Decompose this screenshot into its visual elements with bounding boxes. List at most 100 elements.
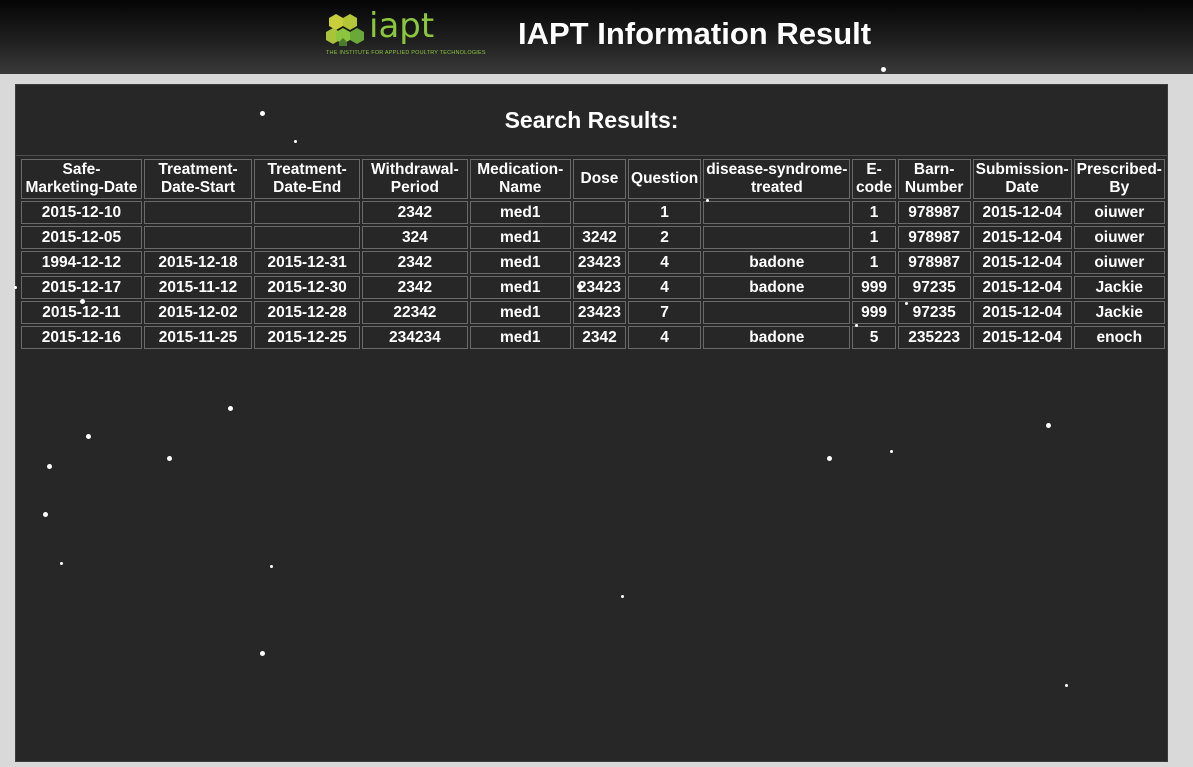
- table-row: 2015-12-16 2015-11-25 2015-12-25 234234 med1…: [21, 326, 1165, 349]
- column-header: Treatment- Date-Start: [143, 159, 253, 199]
- table-cell: 2015-12-16: [21, 326, 142, 349]
- column-header-label: Date: [1005, 179, 1039, 196]
- column-header-label: Withdrawal-: [371, 161, 459, 178]
- decorative-dot: [260, 651, 265, 656]
- table-cell: 2015-12-11: [21, 301, 142, 324]
- decorative-dot: [855, 324, 858, 327]
- table-row: 1994-12-12 2015-12-18 2015-12-31 2342 med1 23…: [21, 251, 1165, 274]
- table-cell: 2: [628, 226, 702, 249]
- table-cell: [143, 201, 253, 224]
- decorative-dot: [905, 302, 908, 305]
- table-cell: 2015-12-04: [972, 276, 1072, 299]
- table-cell: 2015-12-30: [254, 276, 361, 299]
- decorative-dot: [621, 595, 624, 598]
- table-cell: 4: [628, 326, 702, 349]
- table-cell: 2342: [572, 326, 627, 349]
- table-cell: badone: [703, 326, 851, 349]
- column-header-label: Prescribed-: [1076, 161, 1162, 178]
- decorative-dot: [86, 434, 91, 439]
- column-header-label: code: [855, 179, 893, 196]
- table-cell: oiuwer: [1073, 201, 1165, 224]
- decorative-dot: [294, 140, 297, 143]
- column-header-label: treated: [750, 179, 803, 196]
- table-cell: badone: [703, 251, 851, 274]
- table-cell: 3242: [572, 226, 627, 249]
- decorative-dot: [577, 284, 582, 289]
- table-cell: 2015-12-04: [972, 251, 1072, 274]
- table-cell: 2015-12-10: [21, 201, 142, 224]
- table-cell: 1: [852, 226, 896, 249]
- table-cell: 2015-12-28: [254, 301, 361, 324]
- column-header-label: By: [1109, 179, 1130, 196]
- logo-tagline: THE INSTITUTE FOR APPLIED POULTRY TECHNO…: [326, 50, 486, 56]
- table-cell: med1: [469, 326, 571, 349]
- column-header-label: Treatment-: [267, 161, 347, 178]
- column-header-label: Name: [499, 179, 542, 196]
- decorative-dot: [1065, 684, 1068, 687]
- divider: [16, 155, 1167, 156]
- table-cell: 324: [362, 226, 468, 249]
- decorative-dot: [167, 456, 172, 461]
- column-header: disease-syndrome-treated: [703, 159, 851, 199]
- table-cell: [703, 226, 851, 249]
- table-cell: 5: [852, 326, 896, 349]
- table-cell: Jackie: [1073, 276, 1165, 299]
- results-table: Safe- Marketing-Date Treatment- Date-Start T…: [19, 157, 1167, 351]
- column-header: Withdrawal- Period: [362, 159, 468, 199]
- decorative-dot: [827, 456, 832, 461]
- decorative-dot: [43, 512, 48, 517]
- table-cell: 2015-12-04: [972, 201, 1072, 224]
- column-header: Submission- Date: [972, 159, 1072, 199]
- decorative-dot: [890, 450, 893, 453]
- column-header-label: Dose: [580, 170, 619, 187]
- table-row: 2015-12-17 2015-11-12 2015-12-30 2342 med1 23…: [21, 276, 1165, 299]
- column-header-label: disease-syndrome-: [706, 161, 848, 178]
- decorative-dot: [80, 299, 85, 304]
- results-panel: Search Results: Safe- Marketing-Date Treat…: [15, 84, 1168, 762]
- table-cell: 1: [628, 201, 702, 224]
- column-header-label: Submission-: [975, 161, 1069, 178]
- table-cell: 2342: [362, 251, 468, 274]
- column-header-label: Medication-: [477, 161, 564, 178]
- table-cell: med1: [469, 251, 571, 274]
- decorative-dot: [14, 286, 17, 289]
- table-cell: 2015-12-02: [143, 301, 253, 324]
- column-header-label: Period: [390, 179, 439, 196]
- column-header-label: Question: [631, 170, 699, 187]
- table-cell: enoch: [1073, 326, 1165, 349]
- table-cell: [254, 226, 361, 249]
- table-row: 2015-12-10 2342 med1 1 1 978987 2015-12-04 oiuw…: [21, 201, 1165, 224]
- table-cell: 2015-12-18: [143, 251, 253, 274]
- table-cell: badone: [703, 276, 851, 299]
- column-header: Question: [628, 159, 702, 199]
- results-title: Search Results:: [504, 107, 679, 133]
- table-cell: 2015-11-12: [143, 276, 253, 299]
- column-header-label: E-: [866, 161, 882, 178]
- table-cell: 23423: [572, 251, 627, 274]
- column-header-label: Safe-: [62, 161, 101, 178]
- table-cell: 2015-12-04: [972, 226, 1072, 249]
- table-cell: 2015-12-04: [972, 301, 1072, 324]
- column-header: Dose: [572, 159, 627, 199]
- table-cell: 2015-12-17: [21, 276, 142, 299]
- decorative-dot: [47, 464, 52, 469]
- table-header-row: Safe- Marketing-Date Treatment- Date-Start T…: [21, 159, 1165, 199]
- table-cell: 2015-12-05: [21, 226, 142, 249]
- table-cell: 999: [852, 276, 896, 299]
- decorative-dot: [106, 256, 109, 259]
- table-cell: [703, 301, 851, 324]
- decorative-dot: [706, 199, 709, 202]
- decorative-dot: [270, 565, 273, 568]
- table-cell: 23423: [572, 301, 627, 324]
- table-cell: 978987: [897, 201, 971, 224]
- table-cell: 2015-11-25: [143, 326, 253, 349]
- page-header: iapt THE INSTITUTE FOR APPLIED POULTRY T…: [0, 0, 1193, 74]
- table-cell: 2015-12-25: [254, 326, 361, 349]
- iapt-logo[interactable]: iapt THE INSTITUTE FOR APPLIED POULTRY T…: [325, 6, 486, 60]
- column-header-label: Date-Start: [160, 179, 236, 196]
- column-header-label: Treatment-: [158, 161, 238, 178]
- table-cell: 2015-12-31: [254, 251, 361, 274]
- table-cell: Jackie: [1073, 301, 1165, 324]
- column-header: E-code: [852, 159, 896, 199]
- table-cell: oiuwer: [1073, 226, 1165, 249]
